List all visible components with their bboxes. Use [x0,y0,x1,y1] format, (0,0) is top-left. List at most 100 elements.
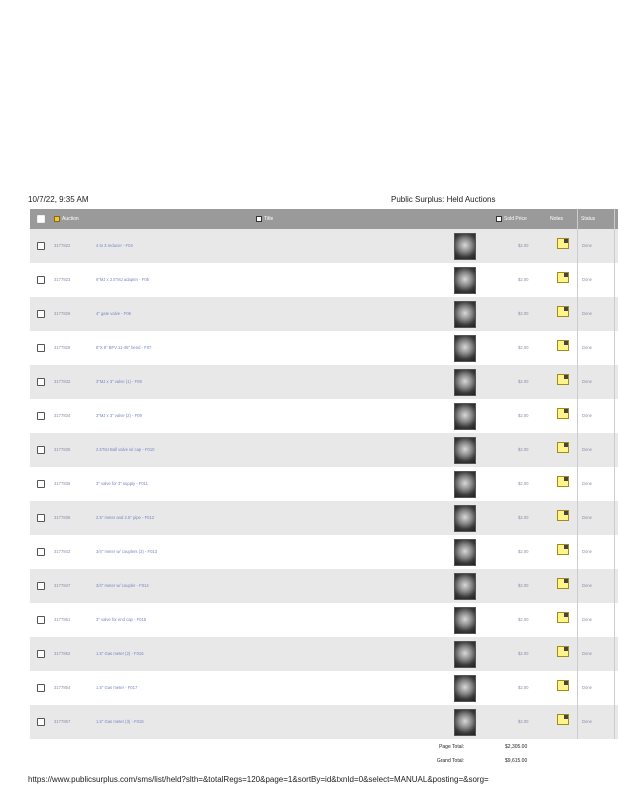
row-checkbox[interactable] [37,378,45,386]
note-icon[interactable] [557,238,569,249]
item-thumbnail[interactable] [454,301,476,328]
note-icon[interactable] [557,680,569,691]
auction-title-link[interactable]: 3/4" meter w/ coupler - F014 [96,583,149,588]
item-thumbnail[interactable] [454,267,476,294]
table-body: 3177822 4 to 3 reducer - F04 $2.00 Done 3177… [30,229,618,739]
auction-id-link[interactable]: 3177836 [54,481,70,486]
item-thumbnail[interactable] [454,335,476,362]
auction-title-link[interactable]: 1.5" Gas meter (3) - F018 [96,719,144,724]
auction-title-link[interactable]: 3" valve for 3" supply - F011 [96,481,148,486]
auction-id-link[interactable]: 3177828 [54,345,70,350]
row-checkbox[interactable] [37,684,45,692]
sold-price: $2.00 [518,685,529,690]
sort-icon [54,215,60,222]
item-thumbnail[interactable] [454,233,476,260]
row-checkbox[interactable] [37,310,45,318]
auction-title-link[interactable]: 6"MJ x 2.5"MJ adapter - F05 [96,277,149,282]
row-checkbox[interactable] [37,616,45,624]
column-header-title[interactable]: Title [256,209,273,229]
note-icon[interactable] [557,544,569,555]
auction-id-link[interactable]: 3177834 [54,413,70,418]
auction-title-link[interactable]: 3/4" meter w/ couplers (2) - F013 [96,549,157,554]
table-row: 3177836 3" valve for 3" supply - F011 $2.0… [30,467,618,501]
note-icon[interactable] [557,374,569,385]
item-thumbnail[interactable] [454,471,476,498]
auction-id-link[interactable]: 3177835 [54,447,70,452]
page-total-value: $2,305.00 [505,744,528,750]
auction-title-link[interactable]: 3"MJ x 3" valve (1) - F08 [96,379,142,384]
auction-title-link[interactable]: 1.5" Gas meter (2) - F016 [96,651,144,656]
auction-title-link[interactable]: 3"MJ x 3" valve (2) - F09 [96,413,142,418]
auction-id-link[interactable]: 3177854 [54,685,70,690]
auction-title-link[interactable]: 4 to 3 reducer - F04 [96,243,133,248]
sold-price: $2.00 [518,447,529,452]
note-icon[interactable] [557,476,569,487]
auction-id-link[interactable]: 3177826 [54,311,70,316]
row-checkbox[interactable] [37,446,45,454]
column-header-price[interactable]: Sold Price [496,209,527,229]
row-checkbox[interactable] [37,514,45,522]
auction-status: Done [582,685,593,690]
note-icon[interactable] [557,272,569,283]
item-thumbnail[interactable] [454,437,476,464]
auction-title-link[interactable]: 4" gate valve - F06 [96,311,131,316]
note-icon[interactable] [557,340,569,351]
note-icon[interactable] [557,408,569,419]
item-thumbnail[interactable] [454,573,476,600]
item-thumbnail[interactable] [454,539,476,566]
row-checkbox[interactable] [37,548,45,556]
column-header-notes: Notes [550,216,564,222]
item-thumbnail[interactable] [454,641,476,668]
row-checkbox[interactable] [37,344,45,352]
note-icon[interactable] [557,612,569,623]
item-thumbnail[interactable] [454,607,476,634]
note-icon[interactable] [557,714,569,725]
note-icon[interactable] [557,578,569,589]
row-checkbox[interactable] [37,480,45,488]
table-row: 3177851 3" valve for end cap - F015 $2.00 D… [30,603,618,637]
note-icon[interactable] [557,510,569,521]
auction-id-link[interactable]: 3177823 [54,277,70,282]
row-checkbox[interactable] [37,582,45,590]
auction-id-link[interactable]: 3177847 [54,583,70,588]
auction-title-link[interactable]: 3" valve for end cap - F015 [96,617,146,622]
select-all-checkbox[interactable] [37,215,45,223]
auction-id-link[interactable]: 3177842 [54,549,70,554]
sort-icon [256,215,262,222]
note-icon[interactable] [557,306,569,317]
auction-title-link[interactable]: 1.5" Gas meter - F017 [96,685,137,690]
auction-id-link[interactable]: 3177838 [54,515,70,520]
row-checkbox[interactable] [37,242,45,250]
auction-id-link[interactable]: 3177851 [54,617,70,622]
auction-id-link[interactable]: 3177852 [54,651,70,656]
row-checkbox[interactable] [37,650,45,658]
auction-title-link[interactable]: 2.5" meter and 2.5" pipe - F012 [96,515,154,520]
auction-status: Done [582,447,593,452]
auction-id-link[interactable]: 3177822 [54,243,70,248]
table-row: 3177832 3"MJ x 3" valve (1) - F08 $2.00 Don… [30,365,618,399]
row-checkbox[interactable] [37,718,45,726]
column-header-auction[interactable]: Auction [54,209,79,229]
note-icon[interactable] [557,442,569,453]
table-row: 3177838 2.5" meter and 2.5" pipe - F012 $2… [30,501,618,535]
auction-status: Done [582,719,593,724]
auction-title-link[interactable]: 2.5"MJ Ball valve w/ cap - F010 [96,447,155,452]
item-thumbnail[interactable] [454,709,476,736]
item-thumbnail[interactable] [454,403,476,430]
note-icon[interactable] [557,646,569,657]
sold-price: $2.00 [518,481,529,486]
auction-id-link[interactable]: 3177857 [54,719,70,724]
auction-status: Done [582,311,593,316]
column-header-status: Status [581,216,596,222]
auction-status: Done [582,549,593,554]
item-thumbnail[interactable] [454,505,476,532]
auction-title-link[interactable]: 8"X 8" BFV 11-45" bend - F07 [96,345,151,350]
item-thumbnail[interactable] [454,675,476,702]
sold-price: $2.00 [518,243,529,248]
item-thumbnail[interactable] [454,369,476,396]
auction-id-link[interactable]: 3177832 [54,379,70,384]
auction-status: Done [582,413,593,418]
row-checkbox[interactable] [37,412,45,420]
table-row: 3177854 1.5" Gas meter - F017 $2.00 Done [30,671,618,705]
row-checkbox[interactable] [37,276,45,284]
